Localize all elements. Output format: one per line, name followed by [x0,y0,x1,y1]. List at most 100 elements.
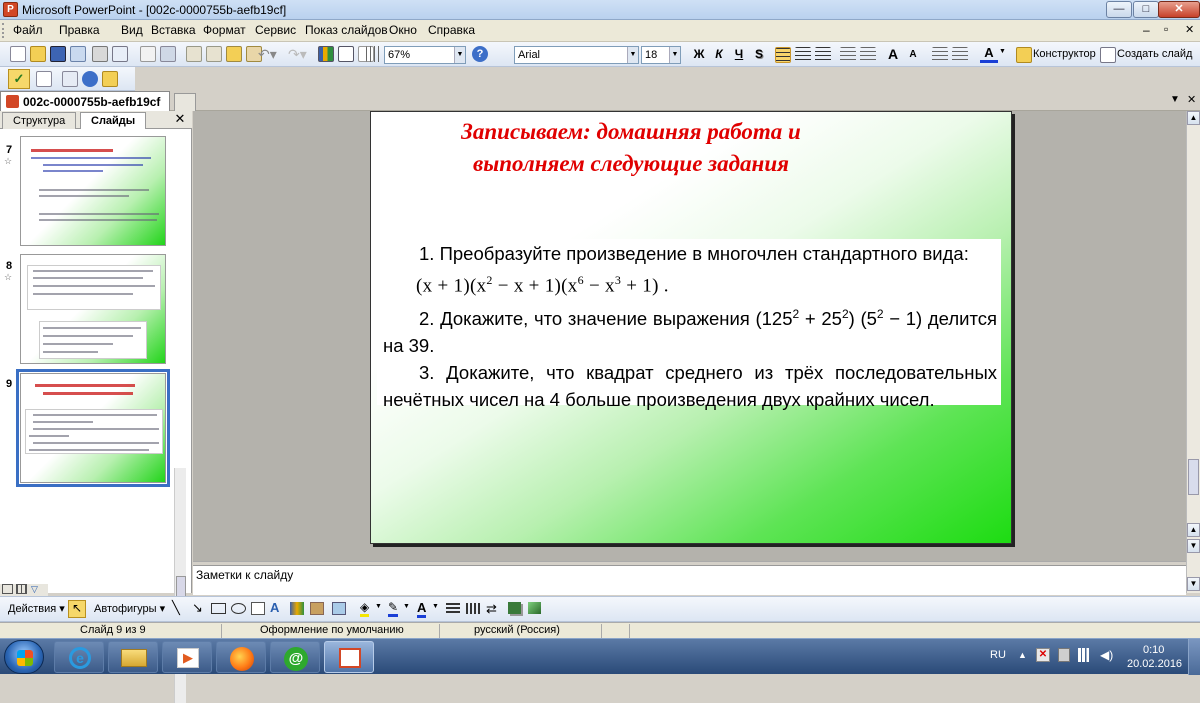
insert-table-icon[interactable] [338,46,354,62]
font-color-icon[interactable]: A [417,600,427,618]
action-center-icon[interactable]: ✕ [1036,648,1050,662]
print-preview-icon[interactable] [112,46,128,62]
clipart-icon[interactable] [310,602,324,615]
chevron-down-icon[interactable]: ▼ [627,47,638,63]
previous-slide-button[interactable]: ▲ [1187,523,1200,537]
slide-thumbnail-8[interactable] [20,254,166,364]
edit-comment-icon[interactable] [102,71,118,87]
select-arrow-icon[interactable]: ↖ [68,600,86,618]
doc-minimize-button[interactable]: – [1143,23,1150,37]
help-icon[interactable]: ? [472,46,488,62]
redo-icon[interactable]: ↷▾ [288,46,316,62]
italic-button[interactable]: К [710,46,728,64]
designer-button[interactable]: Конструктор [1033,48,1096,60]
bullets-icon[interactable] [860,47,876,63]
show-markup-icon[interactable] [36,71,52,87]
pane-close-button[interactable]: ✕ [172,111,188,127]
arrow-icon[interactable]: ↘ [192,600,203,616]
doc-close-button[interactable]: ✕ [1185,23,1194,36]
open-folder-icon[interactable] [30,46,46,62]
doc-restore-button[interactable]: ▫ [1164,22,1168,36]
fill-color-icon[interactable]: ◈ [360,600,370,617]
arrow-style-icon[interactable]: ⇄ [486,601,497,617]
scroll-up-button[interactable]: ▲ [1187,111,1200,125]
wordart-icon[interactable]: A [270,600,279,615]
align-center-icon[interactable] [795,47,811,63]
new-document-icon[interactable] [10,46,26,62]
chevron-down-icon[interactable]: ▼ [669,47,680,63]
permission-icon[interactable] [70,46,86,62]
slide-body-textbox[interactable]: 1. Преобразуйте произведение в многочлен… [377,239,1001,410]
spelling-icon[interactable] [140,46,156,62]
taskbar-media-player[interactable]: ▶ [162,641,212,673]
taskbar-mail-agent[interactable]: @ [270,641,320,673]
increase-indent-icon[interactable] [952,47,968,63]
chevron-down-icon[interactable]: ▼ [432,603,439,610]
notes-pane[interactable]: Заметки к слайду [193,565,1186,595]
maximize-button[interactable]: □ [1133,1,1159,18]
clock-time[interactable]: 0:10 [1143,644,1164,656]
shadow-style-icon[interactable] [508,602,521,614]
close-button[interactable]: ✕ [1158,1,1200,18]
menu-tools[interactable]: Сервис [255,23,296,37]
chevron-down-icon[interactable]: ▼ [999,48,1006,55]
slide-thumbnail-7[interactable] [20,136,166,246]
font-color-icon[interactable]: A [980,45,998,63]
new-tab-button[interactable] [174,93,196,111]
taskbar-internet-explorer[interactable]: e [54,641,104,673]
line-style-icon[interactable] [446,603,460,614]
help-icon[interactable] [82,71,98,87]
clock-date[interactable]: 20.02.2016 [1127,658,1182,670]
taskbar-firefox[interactable] [216,641,266,673]
font-name-combo[interactable]: Arial ▼ [514,46,639,64]
textbox-icon[interactable] [251,602,265,615]
align-right-icon[interactable] [815,47,831,63]
menu-insert[interactable]: Вставка [151,23,196,37]
slide-thumbnail-9[interactable] [16,369,170,487]
autoshapes-menu[interactable]: Автофигуры ▾ [94,602,165,615]
menu-help[interactable]: Справка [428,23,475,37]
menu-view[interactable]: Вид [121,23,143,37]
align-left-icon[interactable] [775,47,791,63]
normal-view-icon[interactable] [2,584,13,594]
bold-button[interactable]: Ж [690,46,708,64]
close-icon[interactable]: ✕ [1187,93,1196,106]
start-button[interactable] [4,640,44,674]
slide-title[interactable]: Записываем: домашняя работа и выполняем … [371,116,891,180]
3d-style-icon[interactable] [528,602,541,614]
usb-device-icon[interactable] [1058,648,1070,662]
scroll-down-button[interactable]: ▼ [1187,577,1200,591]
shrink-font-button[interactable]: A [904,46,922,64]
volume-icon[interactable]: ◀) [1100,648,1113,662]
menu-format[interactable]: Формат [203,23,246,37]
shadow-button[interactable]: S [750,46,768,64]
menu-window[interactable]: Окно [389,23,417,37]
tab-slides[interactable]: Слайды [80,112,147,129]
paste-icon[interactable] [226,46,242,62]
chevron-down-icon[interactable]: ▼ [454,47,465,63]
reviewers-icon[interactable] [62,71,78,87]
next-slide-button[interactable]: ▼ [1187,539,1200,553]
chevron-down-icon[interactable]: ▼ [403,603,410,610]
actions-menu[interactable]: Действия ▾ [8,602,65,615]
zoom-combo[interactable]: 67% ▼ [384,46,466,64]
scrollbar-thumb[interactable] [1188,459,1199,495]
document-tab[interactable]: 002c-0000755b-aefb19cf [0,91,170,111]
grow-font-button[interactable]: A [884,46,902,64]
diagram-icon[interactable] [290,602,304,615]
designer-icon[interactable] [1016,47,1032,63]
menubar-grip[interactable] [2,23,6,38]
picture-icon[interactable] [332,602,346,615]
rectangle-icon[interactable] [211,603,226,614]
copy-icon[interactable] [206,46,222,62]
chevron-down-icon[interactable]: ▼ [1170,94,1180,105]
slide-sorter-icon[interactable] [16,584,27,594]
new-slide-button[interactable]: Создать слайд [1117,48,1192,60]
vertical-scrollbar[interactable]: ▲ ▲ ▼ ▼ [1186,111,1200,593]
line-icon[interactable]: ╲ [172,600,180,616]
powerpoint-app-icon[interactable]: P [3,2,18,17]
underline-button[interactable]: Ч [730,46,748,64]
minimize-button[interactable]: — [1106,1,1132,18]
checkmark-icon[interactable]: ✓ [8,69,30,89]
network-icon[interactable] [1078,648,1092,662]
